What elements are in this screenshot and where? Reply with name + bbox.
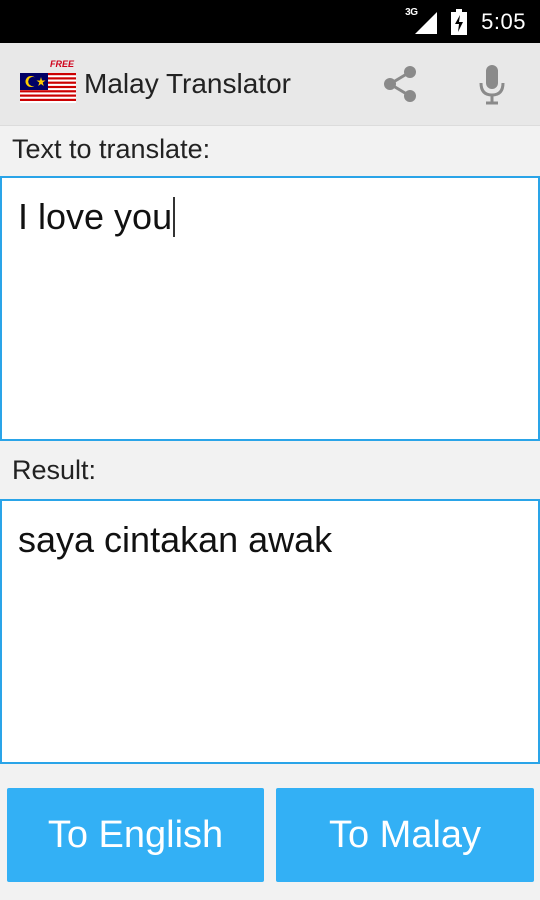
result-label: Result:: [12, 455, 97, 485]
app-title: Malay Translator: [84, 68, 291, 99]
to-english-label: To English: [47, 813, 224, 856]
microphone-icon[interactable]: [462, 54, 522, 114]
status-bar: 3G 5:05: [0, 0, 540, 43]
input-text: I love you: [18, 196, 173, 237]
result-text: saya cintakan awak: [18, 519, 333, 560]
malaysia-flag-icon: FREE: [20, 59, 76, 103]
share-icon[interactable]: [370, 54, 430, 114]
input-label: Text to translate:: [12, 134, 211, 164]
to-english-button[interactable]: To English: [7, 788, 264, 882]
to-malay-button[interactable]: To Malay: [276, 788, 534, 882]
text-cursor: [173, 197, 176, 237]
to-malay-label: To Malay: [328, 813, 482, 856]
signal-icon: 3G: [405, 7, 438, 34]
input-text-field[interactable]: I love you: [0, 176, 540, 441]
clock: 5:05: [481, 8, 526, 34]
action-bar: FREE Malay Translator: [0, 43, 540, 126]
free-tag: FREE: [49, 59, 74, 69]
result-text-field[interactable]: saya cintakan awak: [0, 499, 540, 764]
battery-charging-icon: [451, 8, 468, 35]
